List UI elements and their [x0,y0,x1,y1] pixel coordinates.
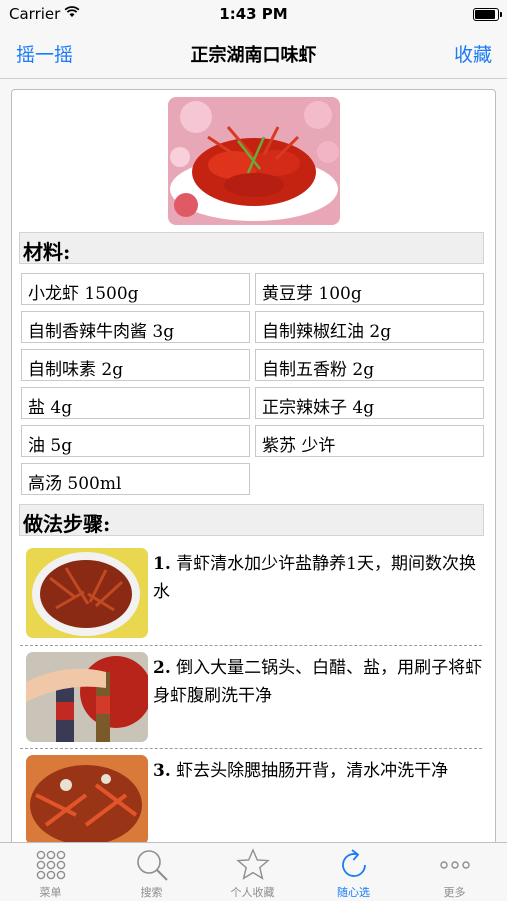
recipe-card: 材料: 小龙虾 1500g 黄豆芽 100g 自制香辣牛肉酱 3g 自制辣椒红油… [11,89,496,861]
step-photo [26,755,148,845]
ingredients-heading: 材料: [19,232,484,264]
tab-bar: 菜单 搜索 个人收藏 随心选 更多 [0,842,507,901]
step-description: 倒入大量二锅头、白醋、盐，用刷子将虾身虾腹刷洗干净 [153,658,483,706]
step-text: 2. 倒入大量二锅头、白醋、盐，用刷子将虾身虾腹刷洗干净 [153,654,483,710]
tab-label: 搜索 [140,886,163,899]
step-divider [20,748,482,749]
recipe-photo [168,97,340,225]
tab-menu[interactable]: 菜单 [0,843,101,901]
ingredient-item: 紫苏 少许 [255,425,484,457]
ingredient-item: 高汤 500ml [21,463,250,495]
grid-icon [36,850,66,880]
ingredient-item: 小龙虾 1500g [21,273,250,305]
step-photo [26,548,148,638]
tab-favorites[interactable]: 个人收藏 [202,843,303,901]
ingredient-item: 正宗辣妹子 4g [255,387,484,419]
tab-label: 菜单 [39,886,62,899]
battery-icon [473,8,502,21]
ingredient-item: 自制味素 2g [21,349,250,381]
star-icon [236,848,270,880]
refresh-icon [342,849,366,877]
ingredient-item: 黄豆芽 100g [255,273,484,305]
search-icon [137,850,168,881]
favorite-button[interactable]: 收藏 [454,40,492,67]
step-number: 1. [153,554,171,574]
step-description: 虾去头除腮抽肠开背，清水冲洗干净 [176,761,449,781]
tab-label: 更多 [443,886,466,899]
step-text: 3. 虾去头除腮抽肠开背，清水冲洗干净 [153,757,483,785]
tab-search[interactable]: 搜索 [101,843,202,901]
status-time: 1:43 PM [219,5,288,23]
ingredient-item: 油 5g [21,425,250,457]
step-number: 3. [153,761,171,781]
step-description: 青虾清水加少许盐静养1天，期间数次换水 [153,554,476,602]
ingredient-item: 自制辣椒红油 2g [255,311,484,343]
tab-random-pick[interactable]: 随心选 [303,843,404,901]
navigation-bar: 摇一摇 正宗湖南口味虾 收藏 [0,28,507,79]
steps-heading: 做法步骤: [19,504,484,536]
ingredient-item: 自制香辣牛肉酱 3g [21,311,250,343]
tab-label: 随心选 [337,886,370,899]
step-photo [26,652,148,742]
page-title: 正宗湖南口味虾 [190,45,317,66]
more-icon [440,861,470,869]
ingredient-item: 自制五香粉 2g [255,349,484,381]
step-number: 2. [153,658,171,678]
step-divider [20,645,482,646]
ingredient-item: 盐 4g [21,387,250,419]
tab-more[interactable]: 更多 [404,843,505,901]
status-bar: Carrier 1:43 PM [0,0,507,28]
step-text: 1. 青虾清水加少许盐静养1天，期间数次换水 [153,550,483,606]
tab-label: 个人收藏 [230,886,275,899]
